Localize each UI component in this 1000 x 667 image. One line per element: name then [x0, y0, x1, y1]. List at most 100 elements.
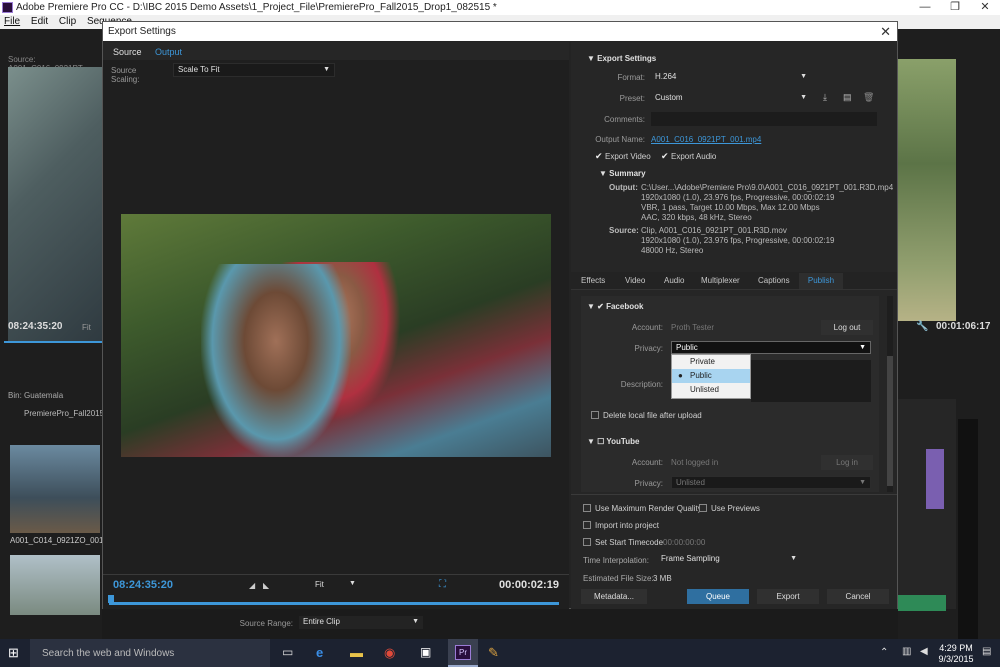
set-in-point-icon[interactable]: ◢ [249, 581, 255, 590]
source-range-bar[interactable] [109, 602, 559, 605]
wrench-icon[interactable]: 🔧 [916, 321, 928, 332]
save-preset-icon[interactable]: ⤓ [823, 92, 827, 103]
youtube-account-label: Account: [631, 458, 663, 467]
menu-clip[interactable]: Clip [59, 16, 76, 27]
chrome-icon[interactable]: ◉ [384, 645, 395, 661]
maximize-icon[interactable]: ❐ [940, 0, 970, 15]
privacy-option-unlisted[interactable]: Unlisted [672, 383, 750, 397]
delete-local-label: Delete local file after upload [603, 411, 702, 420]
close-window-icon[interactable]: ✕ [970, 0, 1000, 15]
metadata-button[interactable]: Metadata... [581, 589, 647, 604]
privacy-option-private[interactable]: Private [672, 355, 750, 369]
tab-source[interactable]: Source [113, 45, 142, 59]
cancel-button[interactable]: Cancel [827, 589, 889, 604]
facebook-logout-button[interactable]: Log out [821, 320, 873, 335]
facebook-privacy-select[interactable]: Public ▼ [671, 341, 871, 354]
tab-multiplexer[interactable]: Multiplexer [701, 273, 740, 289]
store-icon[interactable]: ▣ [420, 645, 431, 659]
import-project-label: Import into project [595, 521, 660, 530]
facebook-header[interactable]: ▼ ✔ Facebook [587, 302, 643, 311]
privacy-option-public[interactable]: ● Public [672, 369, 750, 383]
export-video-check-icon[interactable]: ✔ [595, 151, 603, 162]
duration-timecode: 00:00:02:19 [499, 579, 559, 591]
export-settings-header[interactable]: ▼ Export Settings [587, 54, 656, 63]
tab-publish-label: Publish [807, 276, 835, 285]
tab-publish[interactable]: Publish [799, 273, 843, 289]
preset-value: Custom [655, 93, 683, 102]
edge-browser-icon[interactable]: e [316, 645, 323, 660]
queue-button[interactable]: Queue [687, 589, 749, 604]
file-explorer-icon[interactable]: ▬ [350, 645, 363, 660]
source-range-select[interactable]: Entire Clip ▼ [299, 616, 423, 629]
facebook-account-value: Proth Tester [671, 323, 714, 332]
output-name-link[interactable]: A001_C016_0921PT_001.mp4 [651, 135, 761, 144]
clip-thumbnail[interactable] [10, 445, 100, 533]
source-range-value: Entire Clip [303, 617, 340, 626]
time-interp-select[interactable]: Frame Sampling ▼ [657, 553, 801, 566]
import-project-checkbox[interactable] [583, 521, 591, 529]
source-scaling-select[interactable]: Scale To Fit ▼ [173, 63, 335, 77]
youtube-header[interactable]: ▼ ☐ YouTube [587, 437, 639, 446]
preview-panel: Source Output Source Scaling: Scale To F… [103, 42, 569, 629]
volume-icon[interactable]: ◀ [920, 646, 928, 657]
summary-header[interactable]: ▼ Summary [599, 169, 646, 178]
summary-output-line: 1920x1080 (1.0), 23.976 fps, Progressive… [641, 193, 835, 202]
start-timecode-checkbox[interactable] [583, 538, 591, 546]
preset-label: Preset: [619, 94, 645, 103]
clip-thumbnail-2[interactable] [10, 555, 100, 615]
tab-video[interactable]: Video [625, 273, 645, 289]
preset-select[interactable]: Custom ▼ [651, 92, 811, 105]
youtube-login-button[interactable]: Log in [821, 455, 873, 470]
dialog-close-icon[interactable]: ✕ [880, 22, 891, 41]
menu-file[interactable]: File [4, 16, 20, 27]
fit-chevron-icon[interactable]: ▼ [349, 580, 356, 587]
premiere-taskbar-button[interactable]: Pr [448, 639, 478, 667]
task-view-icon[interactable]: ▭ [282, 645, 293, 659]
publish-scrollbar[interactable] [887, 296, 893, 492]
output-name-label: Output Name: [595, 135, 645, 144]
menu-edit[interactable]: Edit [31, 16, 48, 27]
playhead[interactable] [108, 595, 114, 603]
program-timecode: 00:01:06:17 [936, 321, 991, 332]
tab-audio[interactable]: Audio [664, 273, 684, 289]
crop-icon[interactable]: ⛶ [439, 579, 446, 590]
paint-icon[interactable]: ✎ [488, 645, 499, 661]
export-audio-check-icon[interactable]: ✔ [661, 151, 669, 162]
export-button[interactable]: Export [757, 589, 819, 604]
summary-source-label: Source: [609, 226, 639, 235]
minimize-icon[interactable]: — [910, 0, 940, 15]
set-out-point-icon[interactable]: ◣ [263, 581, 269, 590]
network-icon[interactable]: ▥ [902, 646, 911, 657]
comments-label: Comments: [604, 115, 645, 124]
summary-output-line: VBR, 1 pass, Target 10.00 Mbps, Max 12.0… [641, 203, 820, 212]
facebook-title: Facebook [606, 302, 644, 311]
current-timecode[interactable]: 08:24:35:20 [113, 579, 173, 591]
taskbar-clock[interactable]: 4:29 PM 9/3/2015 [936, 643, 976, 665]
youtube-checkbox-icon: ☐ [597, 437, 607, 446]
chevron-down-icon: ▼ [323, 66, 330, 73]
comments-input[interactable] [651, 112, 877, 126]
delete-local-checkbox[interactable] [591, 411, 599, 419]
privacy-dropdown-menu: Private ● Public Unlisted [671, 354, 751, 399]
tab-effects[interactable]: Effects [581, 273, 605, 289]
youtube-privacy-select[interactable]: Unlisted ▼ [671, 476, 871, 489]
options-divider [571, 494, 897, 495]
use-previews-checkbox[interactable] [699, 504, 707, 512]
fit-label: Fit [315, 580, 324, 589]
notification-chevron-icon[interactable]: ⌃ [880, 647, 888, 658]
taskbar-time: 4:29 PM [939, 643, 973, 653]
action-center-icon[interactable]: ▤ [982, 646, 991, 657]
chevron-down-icon: ▼ [859, 479, 866, 486]
tab-output[interactable]: Output [155, 45, 182, 59]
max-render-checkbox[interactable] [583, 504, 591, 512]
delete-preset-icon[interactable]: 🗑 [863, 92, 874, 103]
tab-captions[interactable]: Captions [758, 273, 790, 289]
chevron-down-icon: ▼ [800, 94, 807, 101]
scrollbar-thumb[interactable] [887, 356, 893, 486]
facebook-privacy-label: Privacy: [634, 344, 663, 353]
facebook-description-input[interactable] [751, 360, 871, 402]
import-preset-icon[interactable]: ▤ [843, 92, 852, 103]
windows-start-icon[interactable]: ⊞ [8, 645, 19, 661]
format-select[interactable]: H.264 ▼ [651, 71, 811, 84]
selected-dot-icon: ● [678, 371, 683, 380]
